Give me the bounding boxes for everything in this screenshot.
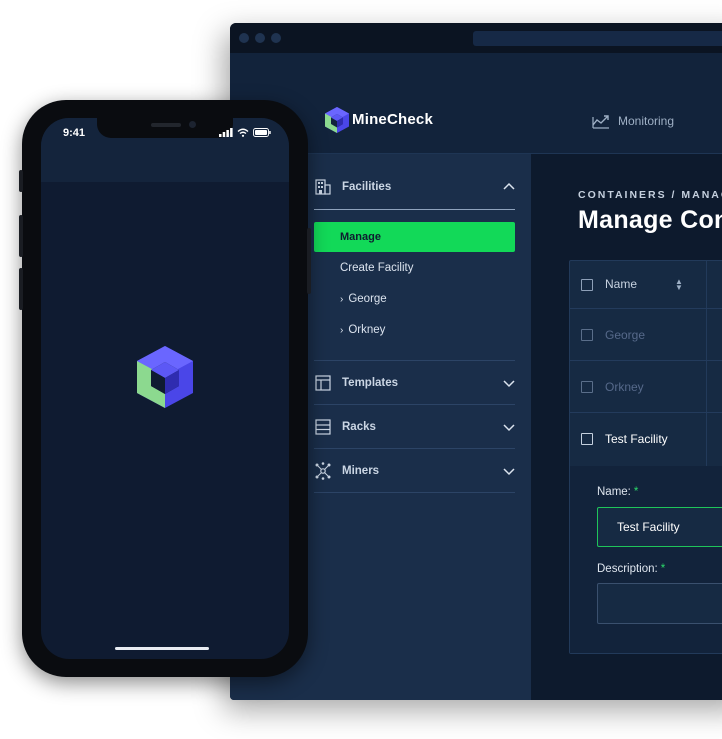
sidebar-item-create-facility[interactable]: Create Facility bbox=[340, 262, 414, 274]
chevron-down-icon[interactable] bbox=[503, 421, 515, 433]
rack-icon bbox=[315, 419, 331, 435]
breadcrumb: CONTAINERS / MANAGE bbox=[578, 189, 722, 201]
window-dot-icon[interactable] bbox=[271, 33, 281, 43]
sidebar-section-label: Miners bbox=[342, 465, 380, 477]
window-dot-icon[interactable] bbox=[255, 33, 265, 43]
row-checkbox[interactable] bbox=[581, 381, 593, 393]
chevron-right-icon: › bbox=[340, 294, 344, 305]
phone-side-button bbox=[19, 215, 23, 257]
phone-side-button bbox=[19, 268, 23, 310]
network-icon bbox=[315, 462, 331, 480]
camera bbox=[189, 121, 196, 128]
nav-monitoring-label: Monitoring bbox=[618, 114, 675, 128]
signal-icon bbox=[219, 128, 233, 137]
home-indicator[interactable] bbox=[115, 647, 209, 650]
table-row[interactable]: Orkney bbox=[570, 361, 722, 413]
minecheck-logo-icon bbox=[325, 107, 349, 133]
sidebar-item-label: George bbox=[348, 293, 387, 305]
minecheck-logo-icon bbox=[137, 346, 193, 408]
divider bbox=[314, 492, 515, 493]
browser-chrome bbox=[230, 23, 722, 53]
divider bbox=[314, 360, 515, 361]
row-name: Orkney bbox=[605, 380, 644, 394]
phone-side-button bbox=[307, 228, 311, 294]
template-icon bbox=[315, 375, 331, 391]
sidebar-item-george[interactable]: › George bbox=[340, 293, 387, 305]
building-icon bbox=[315, 179, 331, 195]
sidebar-section-label: Templates bbox=[342, 377, 399, 389]
name-field-label: Name: * bbox=[597, 486, 638, 498]
chevron-up-icon[interactable] bbox=[503, 181, 515, 193]
name-label-text: Name: bbox=[597, 486, 631, 498]
sidebar-section-templates[interactable]: Templates bbox=[314, 370, 515, 396]
select-all-checkbox[interactable] bbox=[581, 279, 593, 291]
row-name: Test Facility bbox=[605, 432, 668, 446]
speaker bbox=[151, 123, 181, 127]
address-bar[interactable] bbox=[473, 31, 722, 46]
row-name: George bbox=[605, 328, 646, 342]
required-marker: * bbox=[660, 563, 666, 575]
divider bbox=[314, 209, 515, 210]
description-field[interactable] bbox=[597, 583, 722, 624]
sidebar-section-label: Racks bbox=[342, 421, 376, 433]
page-title: Manage Containers bbox=[578, 206, 722, 234]
table-header-row: Name ▲ ▼ bbox=[570, 261, 722, 309]
row-checkbox[interactable] bbox=[581, 329, 593, 341]
required-marker: * bbox=[633, 486, 639, 498]
row-checkbox[interactable] bbox=[581, 433, 593, 445]
description-label-text: Description: bbox=[597, 563, 658, 575]
sidebar-section-miners[interactable]: Miners bbox=[314, 458, 515, 484]
status-icons bbox=[219, 128, 271, 137]
sidebar-section-racks[interactable]: Racks bbox=[314, 414, 515, 440]
sidebar-item-orkney[interactable]: › Orkney bbox=[340, 324, 385, 336]
phone-mockup: 9:41 bbox=[19, 100, 311, 677]
divider bbox=[314, 448, 515, 449]
phone-status-bar: 9:41 bbox=[41, 118, 289, 182]
sidebar-item-label: Orkney bbox=[348, 324, 386, 336]
table-row[interactable]: George bbox=[570, 309, 722, 361]
table-row[interactable]: Test Facility bbox=[570, 413, 722, 465]
sort-icon[interactable]: ▲ ▼ bbox=[675, 278, 683, 292]
status-time: 9:41 bbox=[63, 127, 86, 139]
edit-form: Name: * Test Facility Description: * bbox=[570, 466, 722, 653]
sidebar-section-label: Facilities bbox=[342, 181, 392, 193]
chevron-down-icon[interactable] bbox=[503, 377, 515, 389]
description-field-label: Description: * bbox=[597, 563, 665, 575]
chevron-right-icon: › bbox=[340, 325, 344, 336]
main-content: CONTAINERS / MANAGE Manage Containers Na… bbox=[531, 154, 722, 700]
chevron-down-icon[interactable] bbox=[503, 465, 515, 477]
facilities-table: Name ▲ ▼ George Orkney Test Facility Name… bbox=[569, 260, 722, 654]
battery-icon bbox=[253, 128, 271, 137]
phone-notch bbox=[97, 118, 233, 138]
phone-side-button bbox=[19, 170, 23, 192]
chart-icon bbox=[592, 115, 609, 129]
phone-screen: 9:41 bbox=[41, 118, 289, 659]
window-dot-icon[interactable] bbox=[239, 33, 249, 43]
sidebar-item-manage[interactable]: Manage bbox=[314, 222, 515, 252]
brand-name: MineCheck bbox=[352, 111, 433, 128]
nav-monitoring[interactable]: Monitoring bbox=[592, 111, 674, 131]
column-header-name[interactable]: Name bbox=[605, 277, 637, 291]
name-field[interactable]: Test Facility bbox=[597, 507, 722, 547]
wifi-icon bbox=[237, 128, 249, 137]
sidebar-section-facilities[interactable]: Facilities bbox=[314, 174, 515, 200]
divider bbox=[314, 404, 515, 405]
